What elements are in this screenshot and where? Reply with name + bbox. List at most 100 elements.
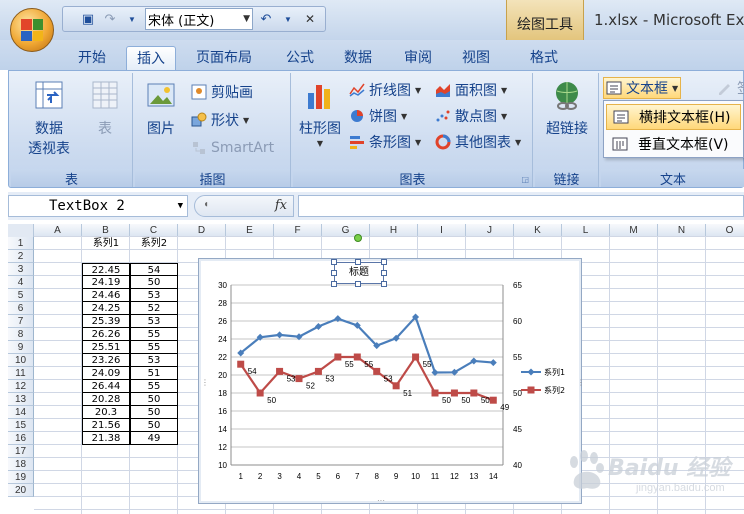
cell[interactable]: 55 [130,328,178,341]
line-chart-button[interactable]: 折线图 ▼ [349,79,421,101]
resize-handle[interactable] [331,281,337,287]
resize-handle[interactable] [331,270,337,276]
chevron-down-icon: ▼ [672,83,679,93]
dialog-launcher-icon[interactable]: ◲ [521,175,529,184]
shapes-button[interactable]: 形状 ▼ [191,109,249,131]
cell[interactable]: 26.26 [82,328,130,341]
smartart-label: SmartArt [211,140,275,156]
cell[interactable]: 24.25 [82,302,130,315]
office-button[interactable] [10,8,54,52]
menu-item-horizontal-textbox[interactable]: 横排文本框(H) [606,104,741,130]
textbox-dropdown-menu: 横排文本框(H) 垂直文本框(V) [603,100,744,158]
cell[interactable]: 20.3 [82,406,130,419]
tab-formulas[interactable]: 公式 [276,46,324,70]
cell[interactable]: 50 [130,276,178,289]
picture-button[interactable]: 图片 [141,79,181,139]
cell[interactable]: 24.46 [82,289,130,302]
resize-handle[interactable] [355,259,361,265]
cell[interactable]: 26.44 [82,380,130,393]
data-point [412,353,420,361]
font-name-select[interactable]: 宋体 (正文) ▼ [145,8,253,30]
cell[interactable]: 23.26 [82,354,130,367]
tab-page-layout[interactable]: 页面布局 [186,46,262,70]
cell[interactable]: 21.38 [82,432,130,445]
pie-chart-label: 饼图 [369,109,397,125]
formula-bar: TextBox 2 ▼ ◖ fx [8,192,744,220]
other-charts-button[interactable]: 其他图表 ▼ [435,131,521,153]
tab-format[interactable]: 格式 [520,46,568,70]
group-label-illustrations: 插图 [135,169,290,188]
cell[interactable]: 53 [130,315,178,328]
x-tick-label: 4 [297,472,302,481]
cell[interactable]: 49 [130,432,178,445]
office-logo-icon [21,19,43,41]
pivot-table-button[interactable]: 数据 透视表 [19,79,79,159]
save-icon[interactable]: ▣ [79,10,97,28]
group-tables: 数据 透视表 表 表 [11,73,133,188]
cell[interactable]: 50 [130,406,178,419]
y-tick-label-left: 20 [218,371,227,380]
cell[interactable]: 24.19 [82,276,130,289]
cell[interactable]: 25.51 [82,341,130,354]
redo-icon[interactable]: ↷ [101,10,119,28]
resize-handle[interactable] [355,281,361,287]
clipart-button[interactable]: 剪贴画 [191,81,253,103]
undo-dropdown-icon[interactable]: ▼ [279,10,297,28]
resize-handle[interactable] [331,259,337,265]
customize-qat-icon[interactable]: ✕ [301,10,319,28]
data-label: 50 [461,396,470,405]
cell[interactable]: 50 [130,393,178,406]
data-label: 53 [287,374,296,383]
chart-object[interactable]: 10 12 14 16 18 20 22 24 26 28 30 40 45 50 55 60 65 1 2 3 4 5 6… [198,258,583,505]
insert-function-icon[interactable]: fx [275,198,287,213]
chevron-down-icon: ▼ [401,111,408,121]
cell[interactable]: 20.28 [82,393,130,406]
tab-view[interactable]: 视图 [452,46,500,70]
formula-input[interactable] [298,195,744,217]
tab-review[interactable]: 审阅 [394,46,442,70]
cell[interactable]: 55 [130,380,178,393]
textbox-button[interactable]: 文本框 ▼ [603,77,682,99]
tab-home[interactable]: 开始 [68,46,116,70]
data-label: 53 [384,374,393,383]
cell[interactable]: 55 [130,341,178,354]
undo-icon[interactable]: ↶ [257,10,275,28]
area-chart-button[interactable]: 面积图 ▼ [435,79,507,101]
resize-handle[interactable] [381,270,387,276]
scatter-chart-button[interactable]: 散点图 ▼ [435,105,507,127]
cell[interactable]: 系列1 [82,237,130,250]
data-point [373,367,381,375]
name-box[interactable]: TextBox 2 ▼ [8,195,188,217]
cell[interactable]: 54 [130,263,178,276]
table-button[interactable]: 表 [85,79,125,139]
expand-handle-icon[interactable]: ◖ [203,199,209,210]
cell[interactable]: 53 [130,354,178,367]
cell[interactable]: 系列2 [130,237,178,250]
data-point [256,389,264,397]
rotation-handle-icon[interactable] [354,234,362,242]
column-chart-button[interactable]: 柱形图 ▼ [295,79,345,148]
pie-chart-button[interactable]: 饼图 ▼ [349,105,407,127]
resize-handle[interactable] [381,259,387,265]
menu-item-vertical-textbox[interactable]: 垂直文本框(V) [606,131,741,157]
picture-label: 图片 [147,121,175,137]
cell[interactable]: 52 [130,302,178,315]
tab-insert[interactable]: 插入 [126,46,176,70]
cell[interactable]: 24.09 [82,367,130,380]
chevron-down-icon: ▼ [415,85,422,95]
tab-data[interactable]: 数据 [334,46,382,70]
cell[interactable]: 51 [130,367,178,380]
chevron-down-icon[interactable]: ▼ [178,196,183,216]
resize-handle[interactable] [381,281,387,287]
signature-button[interactable]: 签 [717,77,744,99]
bar-chart-button[interactable]: 条形图 ▼ [349,131,421,153]
font-name-value: 宋体 (正文) [148,13,215,29]
qat-dropdown-icon[interactable]: ▼ [123,10,141,28]
cell[interactable]: 25.39 [82,315,130,328]
hyperlink-button[interactable]: 超链接 [539,79,595,139]
smartart-button[interactable]: SmartArt [191,137,274,159]
cell[interactable]: 21.56 [82,419,130,432]
cell[interactable]: 53 [130,289,178,302]
cell[interactable]: 22.45 [82,263,130,276]
cell[interactable]: 50 [130,419,178,432]
